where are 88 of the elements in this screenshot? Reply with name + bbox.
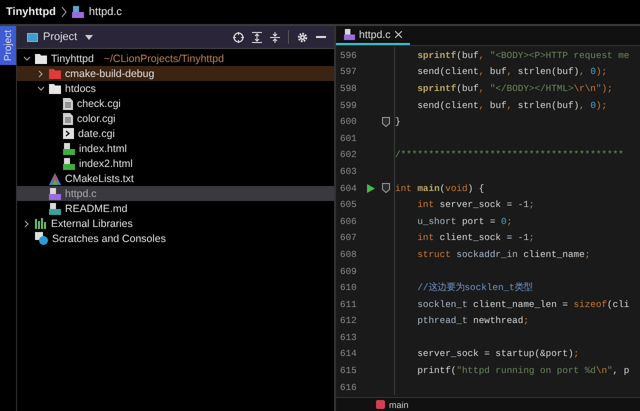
line-number: 616	[339, 382, 358, 393]
panel-title[interactable]: Project	[43, 31, 78, 43]
dropdown-caret-icon[interactable]	[85, 34, 94, 40]
line-number: 614	[339, 348, 358, 360]
tree-item[interactable]: External Libraries	[17, 216, 334, 231]
fold-marker-icon[interactable]	[382, 116, 390, 127]
tree-item[interactable]: CMakeLists.txt	[17, 171, 334, 186]
code-line: int main(void) {	[395, 182, 484, 194]
function-breadcrumb[interactable]: main	[389, 400, 409, 410]
code-line: sprintf(buf, "</BODY></HTML>\r\n");	[416, 82, 613, 94]
chevron-icon	[60, 6, 67, 18]
folder-icon	[35, 54, 47, 64]
folder-icon	[49, 68, 61, 78]
chevron-right-icon[interactable]	[23, 220, 31, 228]
c-file-icon	[344, 29, 355, 40]
tree-item[interactable]: cmake-build-debug	[17, 66, 334, 81]
function-icon	[376, 400, 385, 409]
code-line: u_short port = 0;	[416, 216, 512, 227]
line-number: 603	[339, 166, 358, 177]
line-number: 600	[339, 116, 358, 128]
line-number: 615	[339, 365, 358, 376]
line-number: 606	[339, 216, 358, 227]
file-breadcrumb[interactable]: httpd.c	[88, 6, 122, 18]
line-number: 599	[339, 100, 358, 111]
line-number: 607	[339, 232, 358, 244]
file-type-icon	[49, 202, 61, 214]
run-icon[interactable]	[367, 184, 375, 193]
file-icon	[63, 98, 73, 110]
collapse-all-icon[interactable]	[270, 32, 280, 42]
line-number: 613	[339, 332, 358, 343]
chevron-down-icon[interactable]	[23, 54, 31, 62]
file-icon	[63, 112, 73, 124]
code-line: server_sock = startup(&port);	[416, 348, 580, 360]
line-number: 596	[339, 50, 358, 61]
project-breadcrumb[interactable]: Tinyhttpd	[6, 6, 56, 18]
scratch-file-icon	[35, 232, 48, 245]
code-line: printf("httpd running on port %d\n", p	[416, 365, 630, 376]
tree-item[interactable]: README.md	[17, 201, 334, 216]
project-side-tab[interactable]: Project	[0, 26, 16, 66]
tree-item[interactable]: Scratches and Consoles	[17, 231, 334, 246]
tree-item[interactable]: httpd.c	[17, 186, 334, 201]
code-line: pthread_t newthread;	[416, 315, 529, 326]
triangle-icon	[49, 172, 61, 184]
code-line: /****************************************	[395, 149, 624, 160]
line-number: 598	[339, 82, 358, 94]
code-line: struct sockaddr_in client_name;	[416, 248, 590, 260]
path-hint: ~/CLionProjects/Tinyhttpd	[104, 52, 224, 64]
code-line: sprintf(buf, "<BODY><P>HTTP request me	[416, 50, 630, 61]
chevron-right-icon[interactable]	[37, 70, 45, 78]
code-line: socklen_t client_name_len = sizeof(cli	[416, 298, 630, 310]
tree-item[interactable]: htdocs	[17, 81, 334, 96]
bar-chart-icon	[35, 218, 47, 229]
close-icon[interactable]	[394, 31, 402, 38]
code-line: //这边要为socklen_t类型	[416, 281, 533, 294]
tree-item[interactable]: index.html	[17, 141, 334, 156]
code-line: send(client, buf, strlen(buf), 0);	[416, 100, 608, 111]
line-number: 604	[339, 182, 358, 194]
file-type-icon	[63, 142, 75, 154]
line-number: 609	[339, 266, 358, 277]
tree-item[interactable]: index2.html	[17, 156, 334, 171]
tree-item[interactable]: check.cgi	[17, 96, 334, 111]
terminal-icon	[63, 128, 74, 139]
chevron-down-icon[interactable]	[37, 84, 45, 92]
code-line: int client_sock = -1;	[416, 232, 535, 244]
code-line: int server_sock = -1;	[416, 199, 535, 210]
tree-item[interactable]: Tinyhttpd ~/CLionProjects/Tinyhttpd	[17, 51, 334, 66]
code-line: send(client, buf, strlen(buf), 0);	[416, 66, 608, 78]
line-number: 602	[339, 149, 358, 160]
minimize-icon[interactable]	[316, 36, 326, 38]
code-line: }	[395, 116, 401, 128]
tree-item[interactable]: color.cgi	[17, 111, 334, 126]
line-number: 597	[339, 66, 358, 78]
c-file-icon	[72, 6, 84, 18]
crosshair-icon[interactable]	[233, 32, 244, 42]
expand-all-icon[interactable]	[252, 32, 262, 42]
line-number: 610	[339, 282, 358, 294]
window-icon	[27, 32, 38, 42]
file-type-icon	[49, 188, 61, 200]
fold-marker-icon[interactable]	[382, 183, 390, 194]
folder-icon	[49, 84, 61, 94]
line-number: 612	[339, 315, 358, 326]
tree-item[interactable]: date.cgi	[17, 126, 334, 141]
line-number: 605	[339, 199, 358, 210]
line-number: 608	[339, 248, 358, 260]
line-number: 601	[339, 132, 358, 144]
settings-icon[interactable]	[297, 32, 308, 42]
file-type-icon	[63, 158, 75, 170]
line-number: 611	[339, 298, 358, 310]
